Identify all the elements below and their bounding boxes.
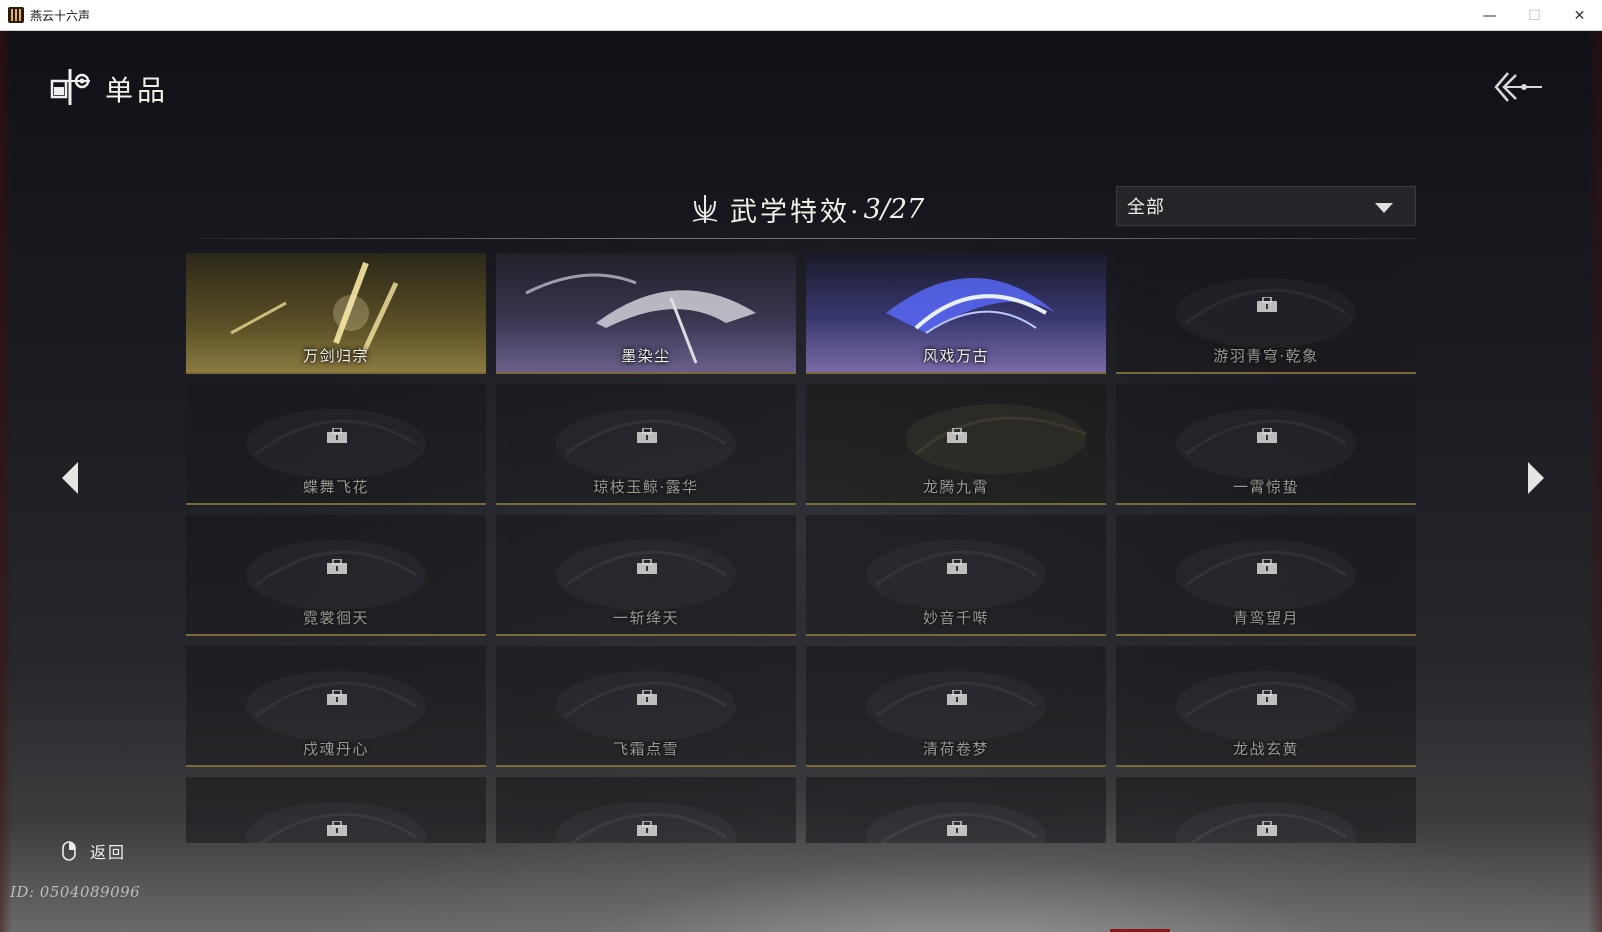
lock-icon [637,690,657,705]
back-hint-button[interactable]: 返回 [62,839,126,863]
window-titlebar: 燕云十六声 — ☐ ✕ [0,0,1602,31]
effect-card[interactable]: 霓裳徊天 [186,515,486,636]
effect-name: 清荷卷梦 [922,740,989,758]
lock-icon [327,428,347,443]
effect-card[interactable]: 龙腾九霄 [806,384,1106,505]
lock-icon [637,428,657,443]
effect-name: 龙战玄黄 [1232,740,1299,758]
effect-card[interactable]: 墨染尘 [496,253,796,374]
effect-name: 蝶舞飞花 [302,478,369,496]
unlock-count: 3/27 [863,193,925,225]
effects-grid-viewport: 万剑归宗 墨染尘 风戏万古 游羽青穹·乾象蝶舞飞花 琼枝玉鲸·露华 龙腾九霄 一霄惊蛰霓裳徊… [186,253,1418,843]
lock-icon [947,559,967,574]
effect-name: 游羽青穹·乾象 [1213,347,1319,365]
prev-page-arrow-icon[interactable] [56,458,86,498]
maximize-button[interactable]: ☐ [1512,0,1557,31]
effect-card[interactable]: 龙战玄黄 [1116,646,1416,767]
effect-card[interactable]: 妙音千啭 [806,515,1106,636]
effect-name: 一斩绛天 [612,609,679,627]
lock-icon [1257,559,1277,574]
effect-name: 一霄惊蛰 [1232,478,1299,496]
item-category-icon [50,69,90,105]
effect-card[interactable] [186,777,486,843]
lock-icon [947,428,967,443]
lock-icon [947,821,967,836]
effect-name: 万剑归宗 [302,347,369,365]
lock-icon [327,690,347,705]
effect-card[interactable]: 万剑归宗 [186,253,486,374]
close-button[interactable]: ✕ [1557,0,1602,31]
lock-icon [327,559,347,574]
section-title: 武学特效· [730,196,862,228]
effect-name: 青鸾望月 [1232,609,1299,627]
effect-card[interactable]: 风戏万古 [806,253,1106,374]
minimize-button[interactable]: — [1467,0,1512,31]
lock-icon [1257,297,1277,312]
filter-dropdown[interactable]: 全部 [1116,186,1416,226]
lock-icon [1257,821,1277,836]
lock-icon [1257,428,1277,443]
return-arrow-icon[interactable] [1494,69,1544,105]
lock-icon [637,821,657,836]
player-uid: ID: 0504089096 [10,883,141,901]
window-controls: — ☐ ✕ [1467,0,1602,31]
effect-card[interactable]: 游羽青穹·乾象 [1116,253,1416,374]
effect-name: 墨染尘 [621,347,671,365]
page-title: 单品 [105,74,170,107]
effect-name: 龙腾九霄 [922,478,989,496]
next-page-arrow-icon[interactable] [1520,458,1550,498]
effect-name: 风戏万古 [922,347,989,365]
chevron-down-icon [1375,203,1393,213]
filter-selected-value: 全部 [1127,197,1165,218]
section-header: 武学特效· 3/27 [690,189,924,229]
window-title: 燕云十六声 [30,8,91,23]
effect-name: 琼枝玉鲸·露华 [593,478,699,496]
effect-card[interactable] [806,777,1106,843]
effect-name: 霓裳徊天 [302,609,369,627]
effect-card[interactable]: 清荷卷梦 [806,646,1106,767]
lock-icon [1257,690,1277,705]
game-app-icon [8,7,24,23]
section-divider [196,238,1416,239]
game-screen: 单品 武学特效· 3/27 全部 万剑归宗 墨染尘 风戏万古 游羽青穹·乾象蝶舞飞花 琼… [0,31,1602,932]
back-label: 返回 [90,843,127,862]
effects-grid: 万剑归宗 墨染尘 风戏万古 游羽青穹·乾象蝶舞飞花 琼枝玉鲸·露华 龙腾九霄 一霄惊蛰霓裳徊… [186,253,1418,843]
lock-icon [637,559,657,574]
effect-card[interactable] [496,777,796,843]
effect-name: 妙音千啭 [922,609,989,627]
effect-card[interactable]: 琼枝玉鲸·露华 [496,384,796,505]
effect-card[interactable] [1116,777,1416,843]
mouse-right-click-icon [62,841,76,861]
effect-card[interactable]: 青鸾望月 [1116,515,1416,636]
effect-card[interactable]: 戍魂丹心 [186,646,486,767]
effect-card[interactable]: 飞霜点雪 [496,646,796,767]
effect-name: 戍魂丹心 [302,740,369,758]
effect-card[interactable]: 蝶舞飞花 [186,384,486,505]
lotus-trident-icon [692,195,718,223]
lock-icon [947,690,967,705]
effect-name: 飞霜点雪 [612,740,679,758]
effect-card[interactable]: 一霄惊蛰 [1116,384,1416,505]
effect-card[interactable]: 一斩绛天 [496,515,796,636]
lock-icon [327,821,347,836]
